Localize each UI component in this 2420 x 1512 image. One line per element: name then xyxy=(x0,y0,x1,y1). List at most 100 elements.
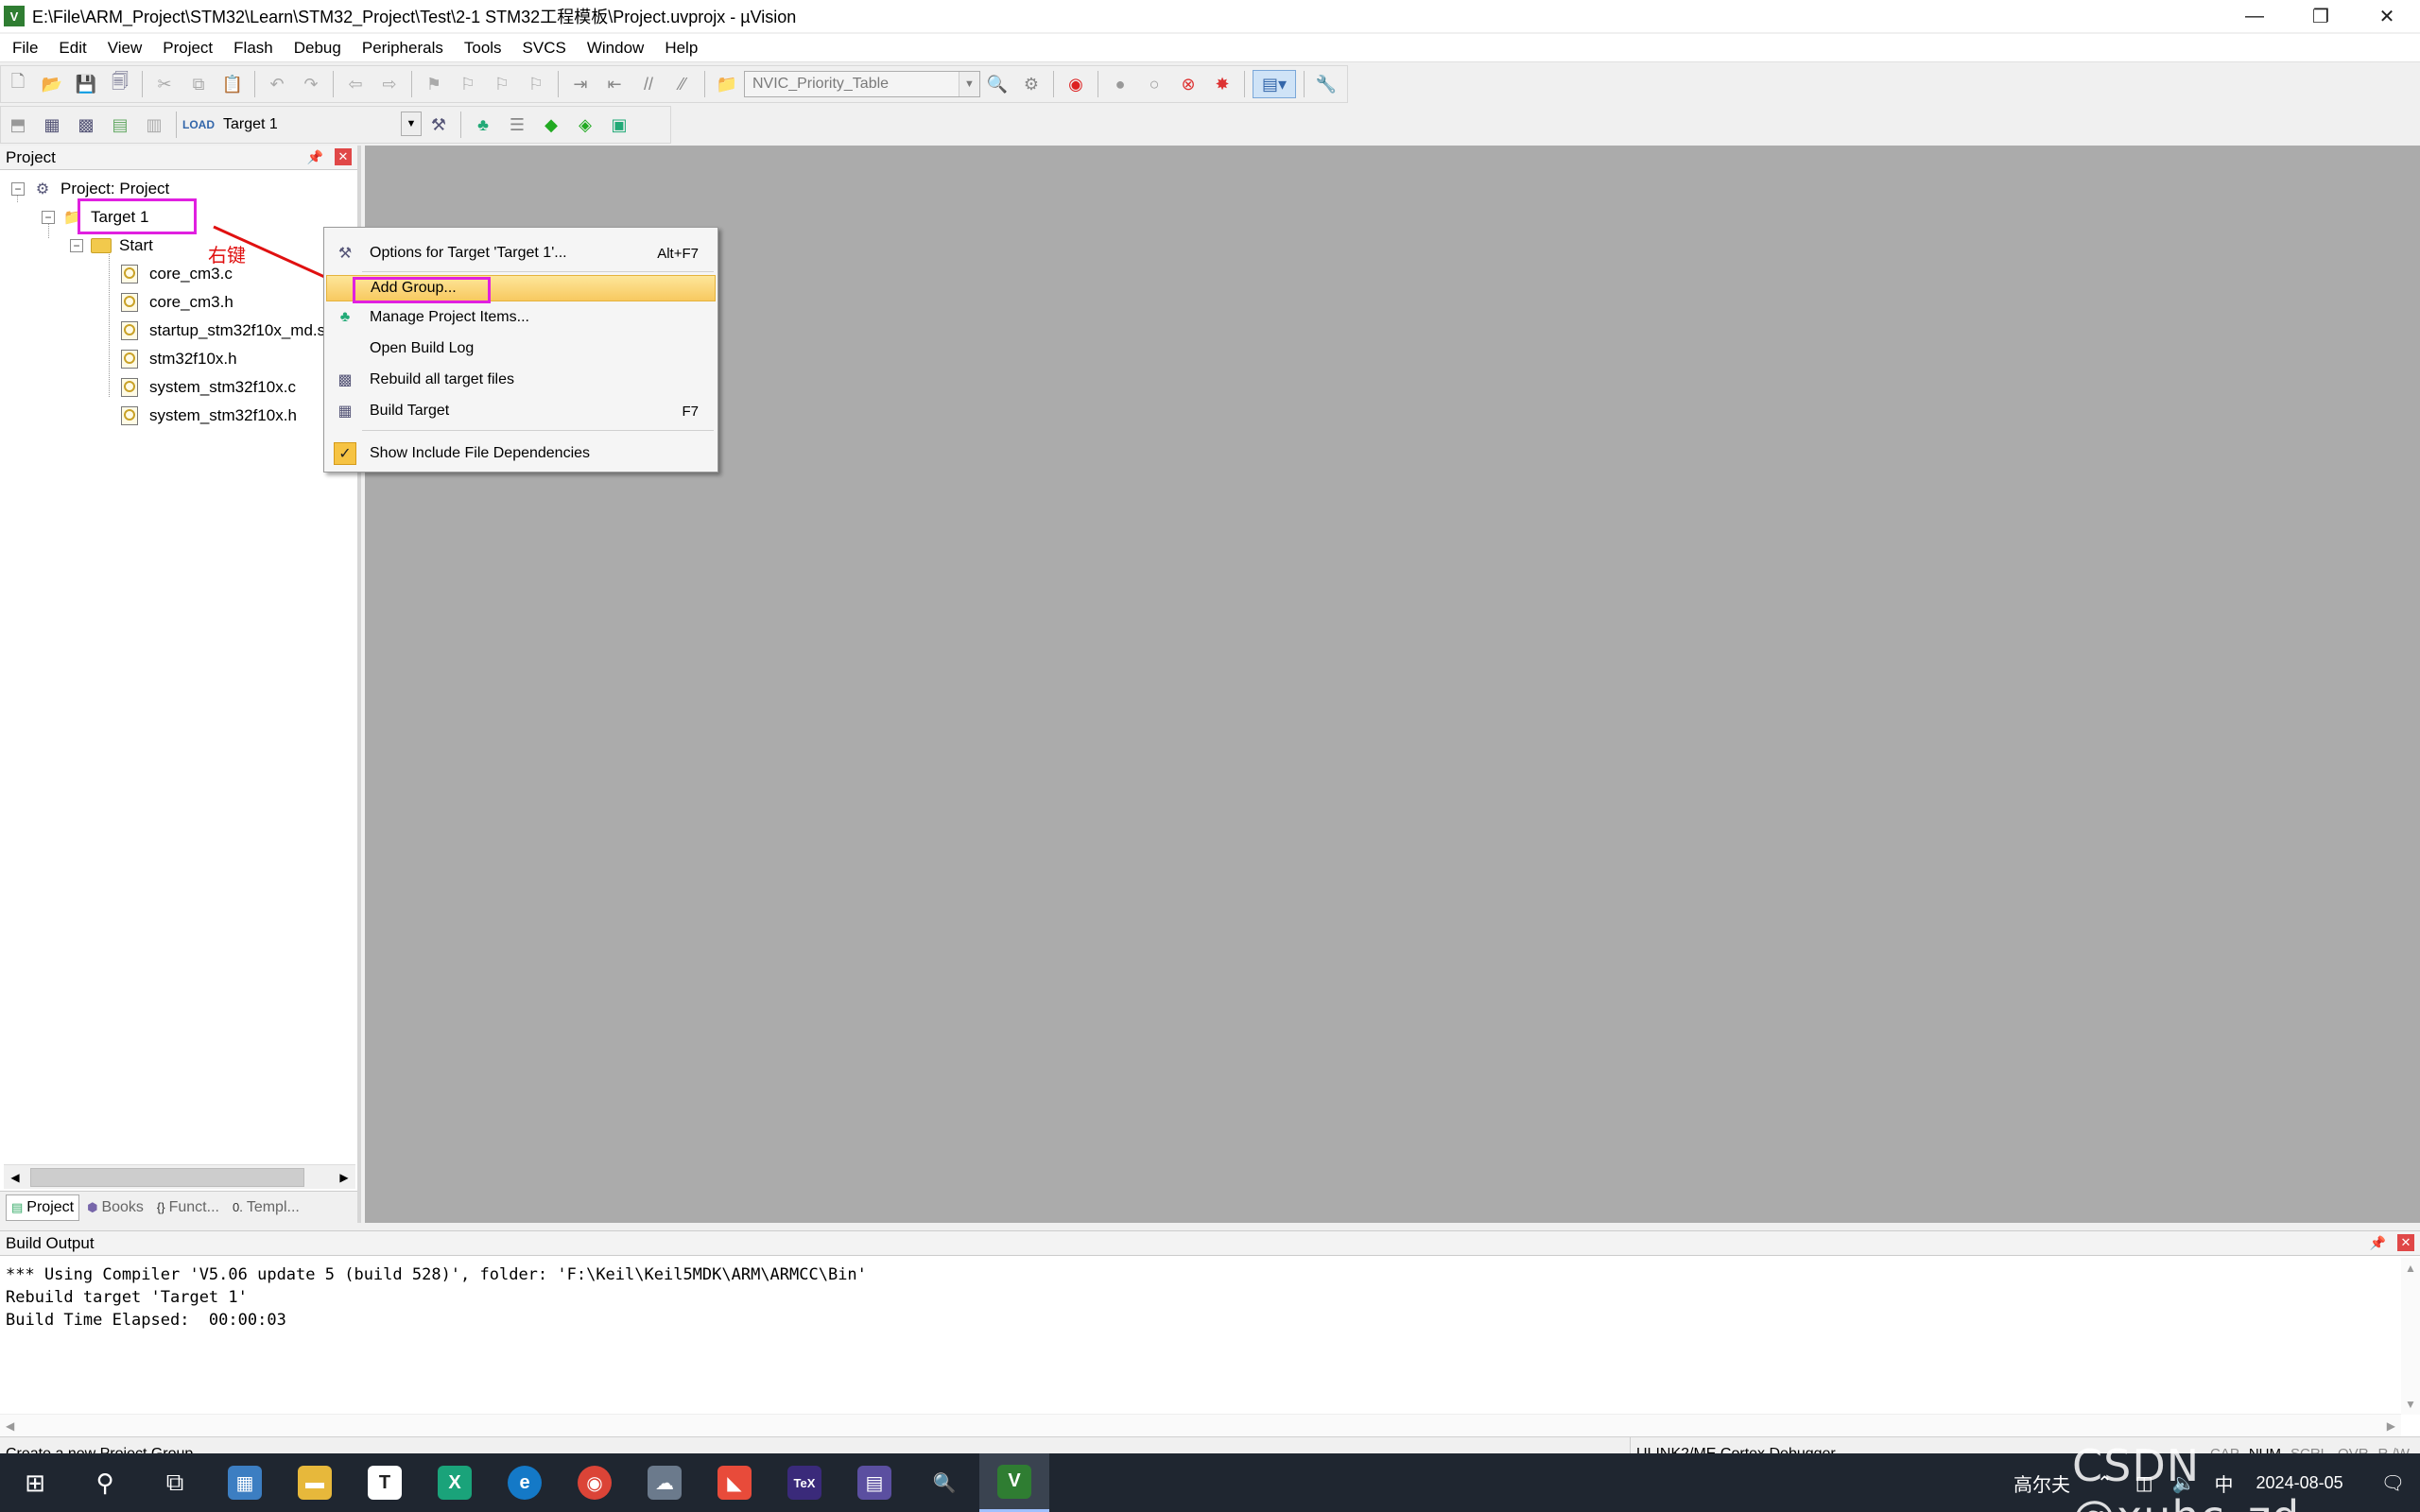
uncomment-icon[interactable]: ⁄⁄ xyxy=(668,70,697,98)
bookmark-clear-icon[interactable]: ⚐ xyxy=(522,70,550,98)
scroll-right-icon[interactable]: ▶ xyxy=(333,1166,355,1189)
tree-item-file[interactable]: core_cm3.h xyxy=(121,289,233,316)
pin-icon[interactable]: 📌 xyxy=(2370,1235,2386,1251)
incremental-find-icon[interactable]: 🔍 xyxy=(983,70,1011,98)
chevron-down-icon[interactable]: ▼ xyxy=(959,72,979,96)
rebuild-icon[interactable]: ▩ xyxy=(72,111,100,139)
menu-item-rebuild-all[interactable]: ▩ Rebuild all target files xyxy=(326,366,716,394)
tree-item-file[interactable]: stm32f10x.h xyxy=(121,346,237,372)
vertical-scrollbar[interactable]: ▲ ▼ xyxy=(2401,1258,2420,1415)
ime-indicator[interactable]: 高尔夫 xyxy=(2014,1469,2070,1497)
xmind-app-icon[interactable]: X xyxy=(420,1453,490,1512)
kill-all-breakpoints-icon[interactable]: ✸ xyxy=(1208,70,1236,98)
paste-icon[interactable]: 📋 xyxy=(218,70,247,98)
scrollbar-thumb[interactable] xyxy=(30,1167,304,1187)
tree-item-file[interactable]: system_stm32f10x.c xyxy=(121,374,296,401)
tree-item-file[interactable]: system_stm32f10x.h xyxy=(121,403,297,429)
collapse-icon[interactable]: − xyxy=(42,211,55,224)
breakpoint-icon[interactable]: ● xyxy=(1106,70,1134,98)
scroll-up-icon[interactable]: ▲ xyxy=(2405,1262,2416,1275)
menu-project[interactable]: Project xyxy=(152,34,223,62)
comment-icon[interactable]: // xyxy=(634,70,663,98)
horizontal-scrollbar[interactable]: ◀ ▶ xyxy=(4,1164,355,1189)
scroll-left-icon[interactable]: ◀ xyxy=(4,1166,26,1189)
tree-item-file[interactable]: startup_stm32f10x_md.s xyxy=(121,318,357,344)
save-icon[interactable]: 💾 xyxy=(72,70,100,98)
copy-icon[interactable]: ⧉ xyxy=(184,70,213,98)
file-explorer-icon[interactable]: ▬ xyxy=(280,1453,350,1512)
restore-button[interactable]: ❐ xyxy=(2288,0,2354,32)
menu-window[interactable]: Window xyxy=(577,34,654,62)
menu-item-build-target[interactable]: ▦ Build Target F7 xyxy=(326,397,716,425)
window-layout-icon[interactable]: ▤▾ xyxy=(1253,70,1296,98)
find-in-files-icon[interactable]: 📁 xyxy=(713,70,741,98)
minimize-button[interactable]: — xyxy=(2221,0,2288,32)
stop-build-icon[interactable]: ▥ xyxy=(140,111,168,139)
tab-functions[interactable]: {} Funct... xyxy=(151,1194,225,1221)
translate-icon[interactable]: ⬒ xyxy=(4,111,32,139)
tab-project[interactable]: ▤ Project xyxy=(6,1194,80,1221)
everything-search-icon[interactable]: 🔍 xyxy=(909,1453,979,1512)
configure-icon[interactable]: ⚙ xyxy=(1017,70,1046,98)
bookmark-icon[interactable]: ⚑ xyxy=(420,70,448,98)
edge-browser-icon[interactable]: e xyxy=(490,1453,560,1512)
undo-icon[interactable]: ↶ xyxy=(263,70,291,98)
download-icon[interactable]: LOAD xyxy=(182,111,215,139)
open-file-icon[interactable]: 📂 xyxy=(38,70,66,98)
close-icon[interactable]: ✕ xyxy=(2397,1234,2414,1251)
pdf-reader-icon[interactable]: ◣ xyxy=(700,1453,769,1512)
menu-item-manage-project-items[interactable]: ♣ Manage Project Items... xyxy=(326,303,716,332)
indent-icon[interactable]: ⇥ xyxy=(566,70,595,98)
nav-forward-icon[interactable]: ⇨ xyxy=(375,70,404,98)
start-debug-icon[interactable]: ◉ xyxy=(1062,70,1090,98)
menu-peripherals[interactable]: Peripherals xyxy=(352,34,454,62)
software-packs-icon[interactable]: ▣ xyxy=(605,111,633,139)
menu-svcs[interactable]: SVCS xyxy=(512,34,577,62)
typora-app-icon[interactable]: T xyxy=(350,1453,420,1512)
collapse-icon[interactable]: − xyxy=(11,182,25,196)
menu-file[interactable]: File xyxy=(0,34,48,62)
menu-flash[interactable]: Flash xyxy=(223,34,284,62)
find-combo[interactable]: NVIC_Priority_Table ▼ xyxy=(744,71,980,97)
build-icon[interactable]: ▦ xyxy=(38,111,66,139)
run-time-env-icon[interactable]: ◈ xyxy=(571,111,599,139)
scroll-left-icon[interactable]: ◀ xyxy=(6,1419,14,1433)
wrench-icon[interactable]: 🔧 xyxy=(1312,70,1340,98)
target-combo[interactable]: Target 1 ▼ xyxy=(216,112,422,138)
redo-icon[interactable]: ↷ xyxy=(297,70,325,98)
disable-all-breakpoints-icon[interactable]: ⊗ xyxy=(1174,70,1202,98)
calculator-app-icon[interactable]: ▦ xyxy=(210,1453,280,1512)
nav-back-icon[interactable]: ⇦ xyxy=(341,70,370,98)
menu-view[interactable]: View xyxy=(97,34,153,62)
horizontal-scrollbar[interactable]: ◀ ▶ xyxy=(0,1414,2401,1436)
pin-icon[interactable]: 📌 xyxy=(307,149,323,165)
menu-debug[interactable]: Debug xyxy=(284,34,352,62)
scroll-down-icon[interactable]: ▼ xyxy=(2405,1398,2416,1411)
tab-templates[interactable]: 0. Templ... xyxy=(227,1194,305,1221)
menu-tools[interactable]: Tools xyxy=(454,34,512,62)
menu-item-open-build-log[interactable]: Open Build Log xyxy=(326,335,716,363)
cloud-app-icon[interactable]: ☁ xyxy=(630,1453,700,1512)
chevron-down-icon[interactable]: ▼ xyxy=(401,112,422,136)
close-button[interactable]: ✕ xyxy=(2354,0,2420,32)
collapse-icon[interactable]: − xyxy=(70,239,83,252)
select-packs-icon[interactable]: ☰ xyxy=(503,111,531,139)
tex-editor-icon[interactable]: TeX xyxy=(769,1453,839,1512)
menu-help[interactable]: Help xyxy=(654,34,708,62)
manage-project-items-icon[interactable]: ♣ xyxy=(469,111,497,139)
unindent-icon[interactable]: ⇤ xyxy=(600,70,629,98)
disable-breakpoint-icon[interactable]: ○ xyxy=(1140,70,1168,98)
target-options-icon[interactable]: ⚒ xyxy=(424,111,453,139)
search-icon[interactable]: ⚲ xyxy=(70,1453,140,1512)
tree-item-group[interactable]: − Start xyxy=(70,232,153,259)
new-file-icon[interactable]: 🗋 xyxy=(4,70,32,98)
task-view-icon[interactable]: ⧉ xyxy=(140,1453,210,1512)
tab-books[interactable]: ⬢ Books xyxy=(81,1194,149,1221)
keil-uvision-icon[interactable]: V xyxy=(979,1453,1049,1512)
bookmark-prev-icon[interactable]: ⚐ xyxy=(454,70,482,98)
batch-build-icon[interactable]: ▤ xyxy=(106,111,134,139)
menu-item-show-include-deps[interactable]: ✓ Show Include File Dependencies xyxy=(326,439,716,468)
cut-icon[interactable]: ✂ xyxy=(150,70,179,98)
save-all-icon[interactable]: 🗐 xyxy=(106,70,134,98)
chrome-browser-icon[interactable]: ◉ xyxy=(560,1453,630,1512)
